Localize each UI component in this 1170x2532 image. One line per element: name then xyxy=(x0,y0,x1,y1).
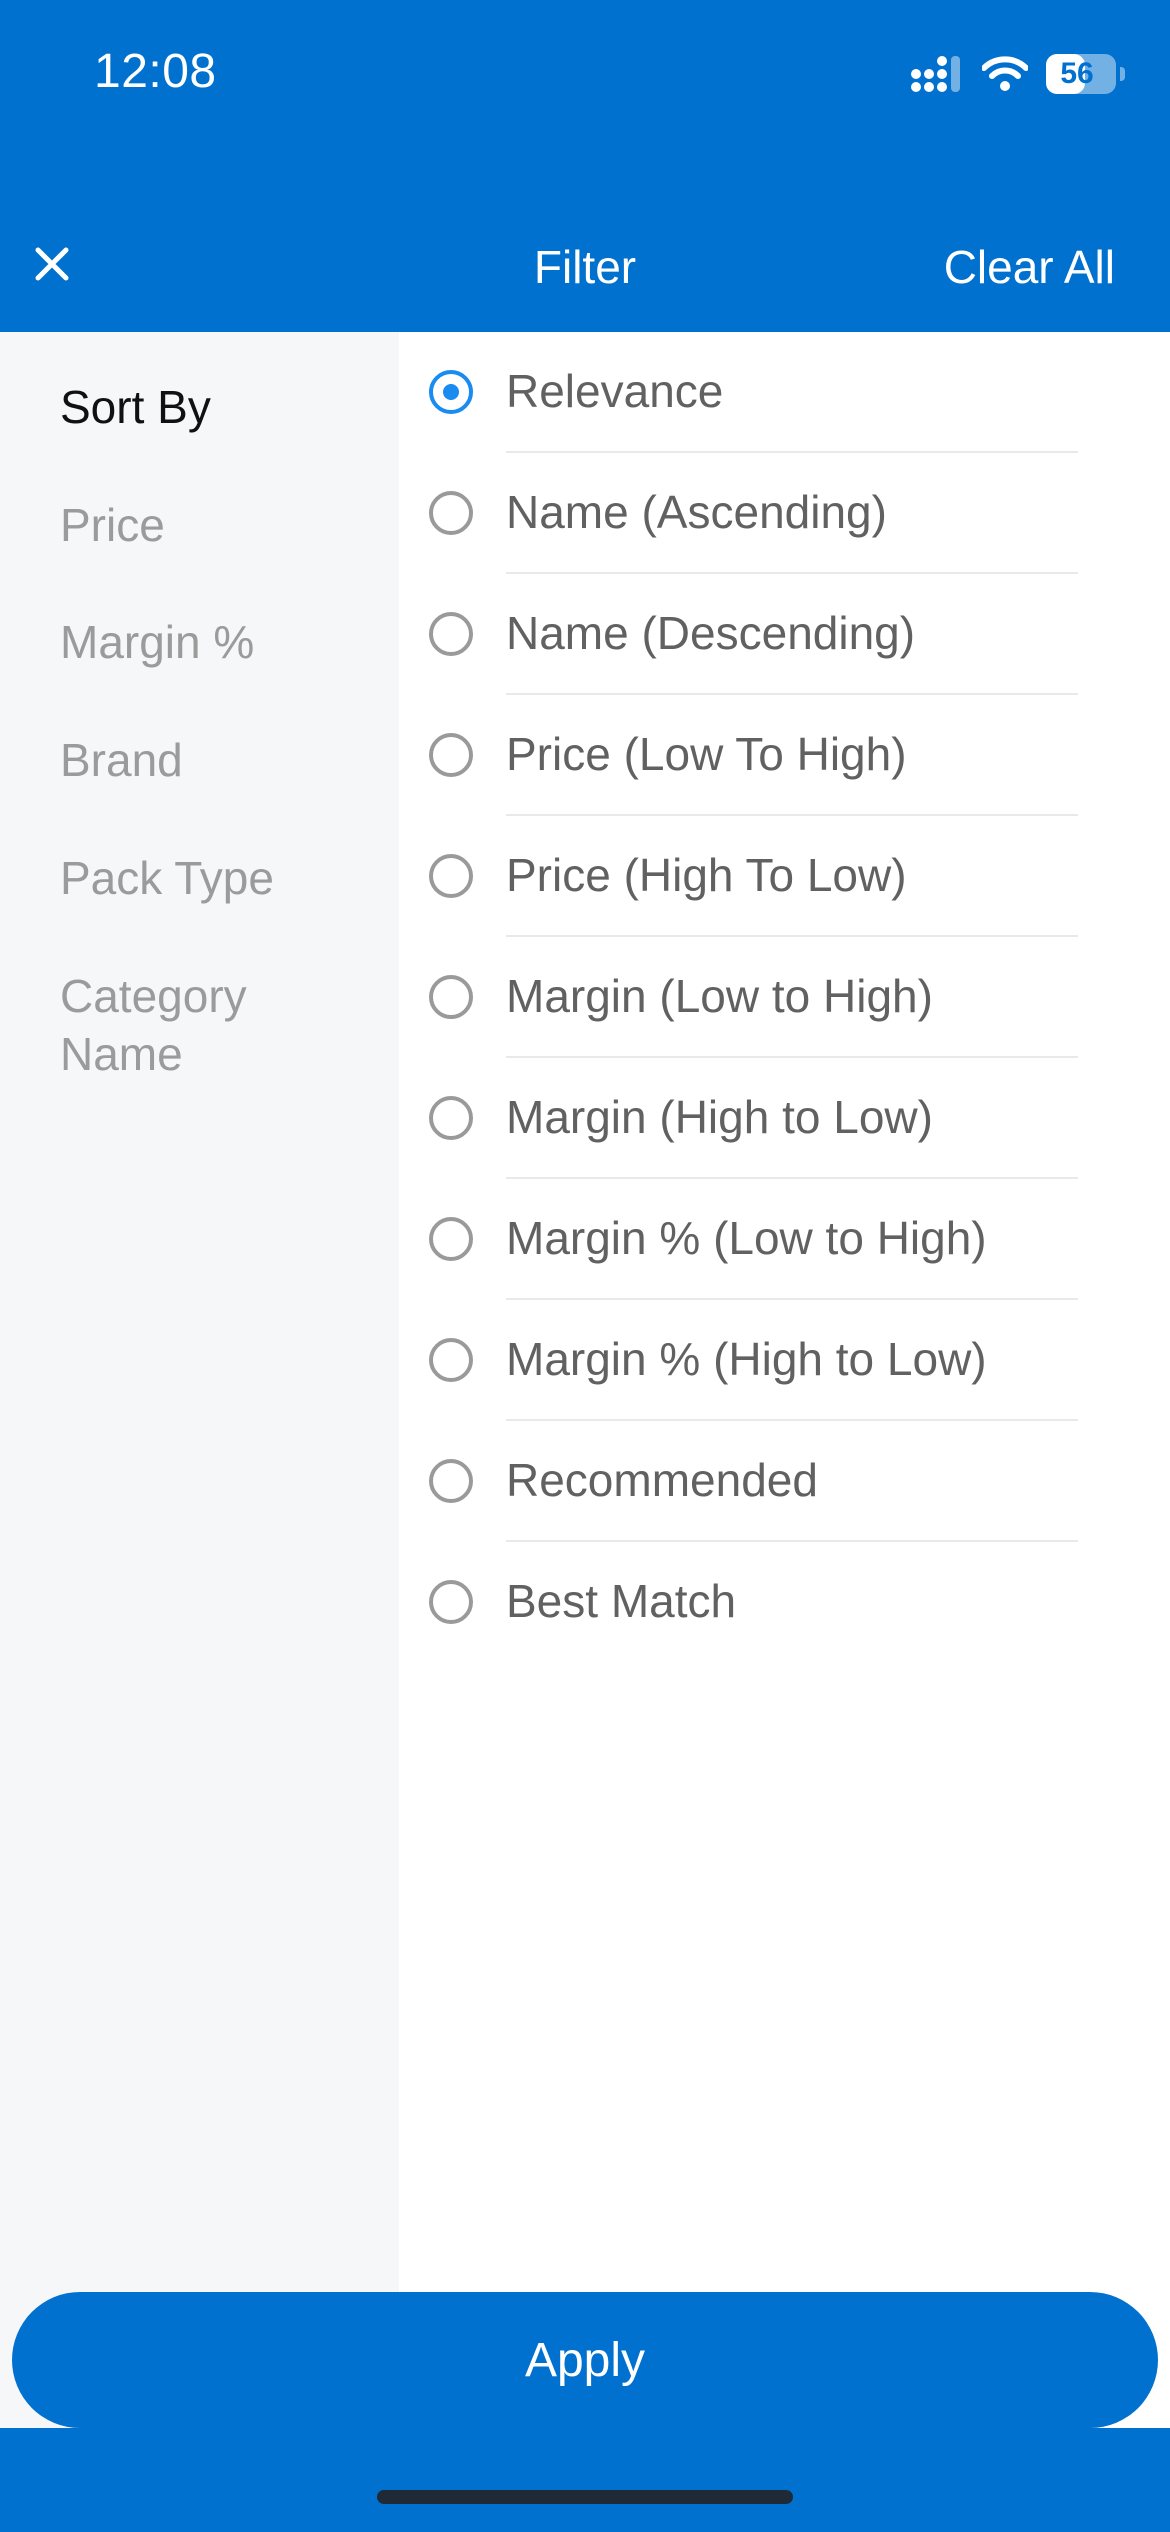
sort-option-label: Relevance xyxy=(506,365,724,417)
sort-option-margin-percent-low-to-high[interactable]: Margin % (Low to High) xyxy=(399,1179,1170,1300)
radio-icon[interactable] xyxy=(429,975,473,1019)
radio-icon[interactable] xyxy=(429,1217,473,1261)
sort-option-label: Margin (High to Low) xyxy=(506,1091,933,1143)
radio-icon[interactable] xyxy=(429,1580,473,1624)
sort-option-label: Recommended xyxy=(506,1454,818,1506)
battery-icon: 56 xyxy=(1046,54,1125,94)
sort-option-margin-percent-high-to-low[interactable]: Margin % (High to Low) xyxy=(399,1300,1170,1421)
close-icon xyxy=(35,247,69,281)
home-indicator[interactable] xyxy=(377,2490,793,2504)
radio-icon[interactable] xyxy=(429,733,473,777)
radio-selected-icon[interactable] xyxy=(429,370,473,414)
radio-icon[interactable] xyxy=(429,1096,473,1140)
sidebar-item-category-name[interactable]: Category Name xyxy=(60,967,300,1083)
cellular-signal-icon xyxy=(911,56,960,92)
radio-icon[interactable] xyxy=(429,1459,473,1503)
radio-icon[interactable] xyxy=(429,612,473,656)
filter-sidebar: Sort By Price Margin % Brand Pack Type C… xyxy=(0,332,399,2428)
sort-option-label: Name (Ascending) xyxy=(506,486,887,538)
sidebar-item-brand[interactable]: Brand xyxy=(60,731,380,789)
sort-option-label: Name (Descending) xyxy=(506,607,916,659)
sort-option-label: Price (High To Low) xyxy=(506,849,907,901)
sort-option-margin-high-to-low[interactable]: Margin (High to Low) xyxy=(399,1058,1170,1179)
sort-option-label: Margin (Low to High) xyxy=(506,970,933,1022)
close-button[interactable] xyxy=(24,236,80,292)
wifi-icon xyxy=(982,56,1028,91)
sort-option-margin-low-to-high[interactable]: Margin (Low to High) xyxy=(399,937,1170,1058)
sort-option-relevance[interactable]: Relevance xyxy=(399,332,1170,453)
status-icons: 56 xyxy=(910,52,1125,96)
battery-level: 56 xyxy=(1060,57,1094,90)
battery-nub xyxy=(1120,67,1125,81)
sort-option-label: Margin % (Low to High) xyxy=(506,1212,987,1264)
sort-option-best-match[interactable]: Best Match xyxy=(399,1542,1170,1663)
sidebar-item-sort-by[interactable]: Sort By xyxy=(60,378,380,436)
status-time: 12:08 xyxy=(94,45,217,98)
app-header: 12:08 56 Filter Clear All xyxy=(0,0,1170,332)
filter-panel: Sort By Price Margin % Brand Pack Type C… xyxy=(0,332,1170,2428)
clear-all-button[interactable]: Clear All xyxy=(944,240,1115,294)
sort-option-price-low-to-high[interactable]: Price (Low To High) xyxy=(399,695,1170,816)
radio-icon[interactable] xyxy=(429,491,473,535)
sort-option-label: Price (Low To High) xyxy=(506,728,907,780)
sort-option-name-descending[interactable]: Name (Descending) xyxy=(399,574,1170,695)
sidebar-item-price[interactable]: Price xyxy=(60,496,380,554)
radio-dot xyxy=(443,384,459,400)
sort-option-label: Margin % (High to Low) xyxy=(506,1333,987,1385)
apply-button[interactable]: Apply xyxy=(12,2292,1158,2428)
sort-option-label: Best Match xyxy=(506,1575,737,1627)
sidebar-item-pack-type[interactable]: Pack Type xyxy=(60,849,380,907)
sort-option-recommended[interactable]: Recommended xyxy=(399,1421,1170,1542)
radio-icon[interactable] xyxy=(429,854,473,898)
sort-option-name-ascending[interactable]: Name (Ascending) xyxy=(399,453,1170,574)
sort-option-price-high-to-low[interactable]: Price (High To Low) xyxy=(399,816,1170,937)
radio-icon[interactable] xyxy=(429,1338,473,1382)
sidebar-item-margin-percent[interactable]: Margin % xyxy=(60,613,380,671)
